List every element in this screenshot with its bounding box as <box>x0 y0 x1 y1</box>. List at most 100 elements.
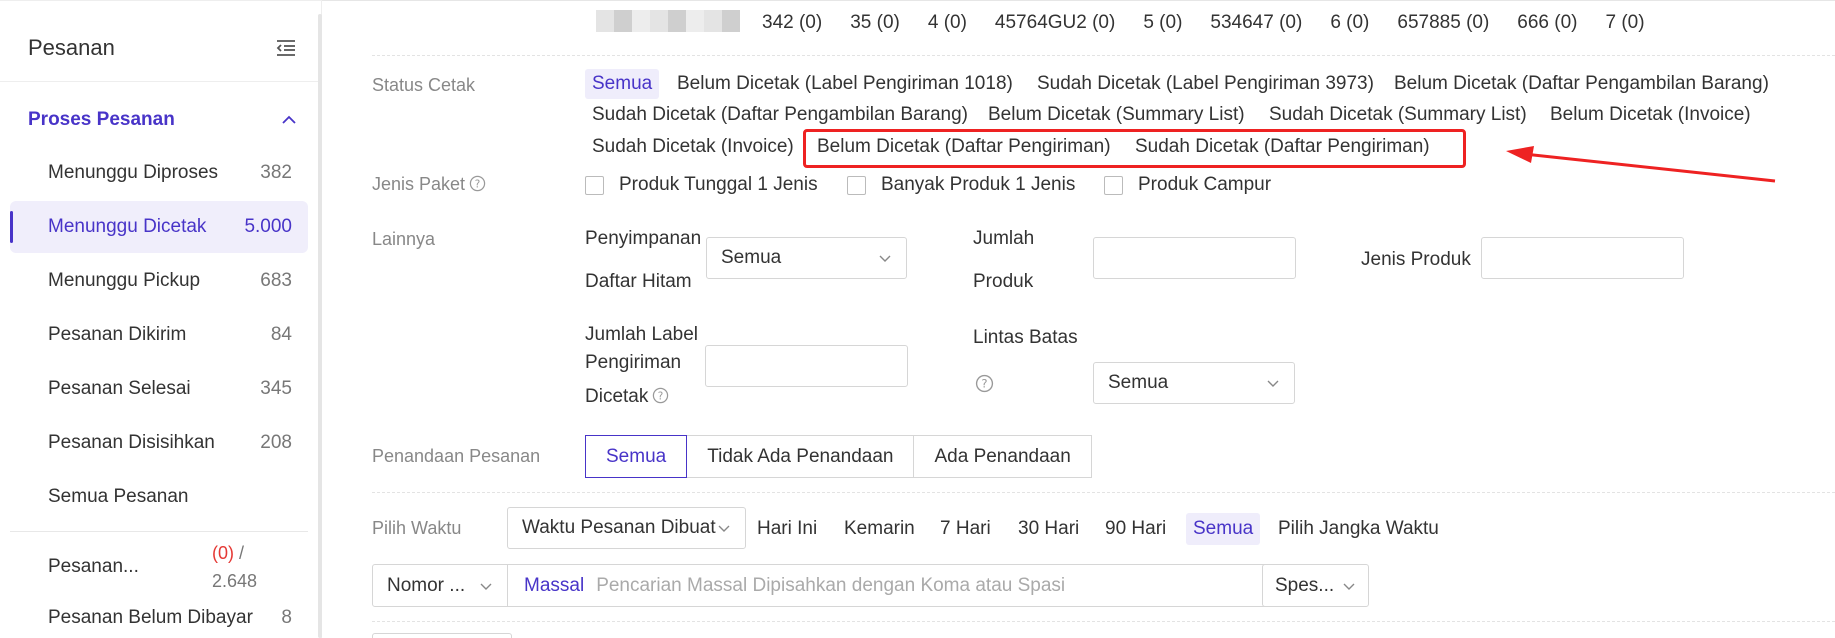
sidebar-item-pesanan-dikirim[interactable]: Pesanan Dikirim 84 <box>10 309 308 361</box>
waktu-option-semua[interactable]: Semua <box>1186 513 1261 545</box>
sidebar-item-count-total: 2.648 <box>212 571 258 591</box>
status-option-belum-invoice[interactable]: Belum Dicetak (Invoice) <box>1543 100 1758 130</box>
sidebar-scrollbar[interactable] <box>318 14 322 638</box>
sidebar-item-count: 345 <box>260 378 292 399</box>
jumlah-label-input[interactable] <box>705 345 908 387</box>
count-chip[interactable]: 45764GU2 (0) <box>995 12 1115 34</box>
count-chip[interactable]: 6 (0) <box>1330 12 1369 34</box>
penandaan-option-tidak-ada[interactable]: Tidak Ada Penandaan <box>687 435 915 478</box>
sidebar-item-label: Semua Pesanan <box>48 486 189 507</box>
penandaan-label: Penandaan Pesanan <box>372 446 541 466</box>
search-input[interactable] <box>584 566 1329 605</box>
lintas-batas-label: Lintas Batas <box>973 327 1078 348</box>
checkbox-box[interactable] <box>847 175 866 195</box>
sidebar-item-menunggu-diproses[interactable]: Menunggu Diproses 382 <box>10 147 308 199</box>
checkbox-label: Produk Campur <box>1138 174 1272 195</box>
jenis-paket-label-text: Jenis Paket <box>372 174 466 194</box>
count-chip[interactable]: 657885 (0) <box>1397 12 1489 34</box>
sidebar-group-proses-pesanan[interactable]: Proses Pesanan <box>28 105 298 135</box>
sidebar-item-count: 683 <box>260 270 292 291</box>
count-chip[interactable]: 7 (0) <box>1606 12 1645 34</box>
sidebar: Pesanan Proses Pesanan Menunggu Diproses… <box>0 0 322 638</box>
checkbox-box[interactable] <box>1104 175 1123 195</box>
count-chip[interactable]: 534647 (0) <box>1210 12 1302 34</box>
penyimpanan-select[interactable]: Semua <box>706 237 907 279</box>
jenis-paket-label: Jenis Paket? <box>372 174 486 195</box>
waktu-option-hari-ini[interactable]: Hari Ini <box>750 513 824 545</box>
jumlah-label-line3: Dicetak? <box>585 383 669 411</box>
penandaan-option-ada[interactable]: Ada Penandaan <box>914 435 1092 478</box>
sidebar-item-semua-pesanan[interactable]: Semua Pesanan <box>10 471 308 523</box>
sidebar-item-count: (0) / 2.648 <box>212 539 298 595</box>
sidebar-item-count-sep: / <box>234 543 245 563</box>
sidebar-item-label: Pesanan Selesai <box>48 378 191 399</box>
massal-link[interactable]: Massal <box>524 575 584 597</box>
checkbox-produk-campur[interactable]: Produk Campur <box>1104 174 1271 196</box>
sidebar-title: Pesanan <box>28 35 115 60</box>
divider <box>372 55 1835 56</box>
jenis-produk-input[interactable] <box>1481 237 1684 279</box>
status-option-belum-pengambilan[interactable]: Belum Dicetak (Daftar Pengambilan Barang… <box>1387 69 1776 99</box>
sidebar-item-label: Pesanan Disisihkan <box>48 432 215 453</box>
svg-text:?: ? <box>981 377 987 391</box>
status-option-belum-label[interactable]: Belum Dicetak (Label Pengiriman 1018) <box>670 69 1020 99</box>
status-option-belum-pengiriman[interactable]: Belum Dicetak (Daftar Pengiriman) <box>810 132 1118 162</box>
sidebar-item-pesanan-belum-dibayar[interactable]: Pesanan Belum Dibayar 8 <box>10 592 308 638</box>
bottom-control[interactable] <box>372 633 512 638</box>
status-cetak-label: Status Cetak <box>372 75 476 95</box>
checkbox-banyak-produk[interactable]: Banyak Produk 1 Jenis <box>847 174 1075 196</box>
penandaan-option-semua[interactable]: Semua <box>585 435 688 478</box>
help-icon[interactable]: ? <box>975 374 994 393</box>
spes-select[interactable]: Spes... <box>1262 564 1369 607</box>
count-chip[interactable]: 5 (0) <box>1143 12 1182 34</box>
waktu-option-7-hari[interactable]: 7 Hari <box>933 513 998 545</box>
sidebar-item-label: Pesanan Dikirim <box>48 324 187 345</box>
help-icon[interactable]: ? <box>652 387 669 404</box>
sidebar-item-count: 8 <box>281 607 292 628</box>
status-option-semua[interactable]: Semua <box>585 69 660 99</box>
sidebar-item-label: Pesanan... <box>48 556 139 577</box>
jumlah-produk-input[interactable] <box>1093 237 1296 279</box>
count-chip[interactable]: 35 (0) <box>850 12 900 34</box>
sidebar-item-count: 5.000 <box>244 216 292 237</box>
sidebar-item-pesanan-disisihkan[interactable]: Pesanan Disisihkan 208 <box>10 417 308 469</box>
pilih-waktu-label: Pilih Waktu <box>372 518 462 538</box>
search-type-select[interactable]: Nomor ... <box>373 565 508 606</box>
chevron-up-icon <box>282 115 296 124</box>
sidebar-item-menunggu-pickup[interactable]: Menunggu Pickup 683 <box>10 255 308 307</box>
status-option-sudah-pengambilan[interactable]: Sudah Dicetak (Daftar Pengambilan Barang… <box>585 100 975 130</box>
sidebar-item-label: Menunggu Dicetak <box>48 216 207 237</box>
sidebar-header: Pesanan <box>28 34 298 62</box>
penyimpanan-label-line2: Daftar Hitam <box>585 271 692 292</box>
lintas-batas-select[interactable]: Semua <box>1093 362 1295 404</box>
help-icon[interactable]: ? <box>469 175 486 192</box>
status-option-sudah-summary[interactable]: Sudah Dicetak (Summary List) <box>1262 100 1534 130</box>
sidebar-item-count-red: (0) <box>212 543 234 563</box>
status-option-sudah-label[interactable]: Sudah Dicetak (Label Pengiriman 3973) <box>1030 69 1381 99</box>
search-bar: Nomor ... Massal <box>372 564 1368 607</box>
collapse-menu-icon[interactable] <box>274 36 298 60</box>
count-chip[interactable]: 666 (0) <box>1517 12 1577 34</box>
penandaan-segmented: Semua Tidak Ada Penandaan Ada Penandaan <box>585 435 1092 478</box>
waktu-option-30-hari[interactable]: 30 Hari <box>1011 513 1086 545</box>
jenis-produk-label: Jenis Produk <box>1361 249 1471 270</box>
blurred-content <box>596 10 740 32</box>
select-value: Nomor ... <box>387 574 466 596</box>
sidebar-item-count: 208 <box>260 432 292 453</box>
status-option-belum-summary[interactable]: Belum Dicetak (Summary List) <box>981 100 1252 130</box>
checkbox-box[interactable] <box>585 175 604 195</box>
waktu-option-90-hari[interactable]: 90 Hari <box>1098 513 1173 545</box>
checkbox-produk-tunggal[interactable]: Produk Tunggal 1 Jenis <box>585 174 818 196</box>
waktu-type-select[interactable]: Waktu Pesanan Dibuat <box>507 507 746 549</box>
count-chip[interactable]: 342 (0) <box>762 12 822 34</box>
sidebar-item-menunggu-dicetak[interactable]: Menunggu Dicetak 5.000 <box>10 201 308 253</box>
waktu-option-pilih-jangka[interactable]: Pilih Jangka Waktu <box>1271 513 1446 545</box>
sidebar-item-pesanan-selesai[interactable]: Pesanan Selesai 345 <box>10 363 308 415</box>
count-chip[interactable]: 4 (0) <box>928 12 967 34</box>
divider <box>372 621 1835 622</box>
status-option-sudah-invoice[interactable]: Sudah Dicetak (Invoice) <box>585 132 801 162</box>
sidebar-divider <box>0 81 318 82</box>
status-option-sudah-pengiriman[interactable]: Sudah Dicetak (Daftar Pengiriman) <box>1128 132 1437 162</box>
sidebar-item-pesanan-extra[interactable]: Pesanan... (0) / 2.648 <box>48 537 298 597</box>
waktu-option-kemarin[interactable]: Kemarin <box>837 513 922 545</box>
